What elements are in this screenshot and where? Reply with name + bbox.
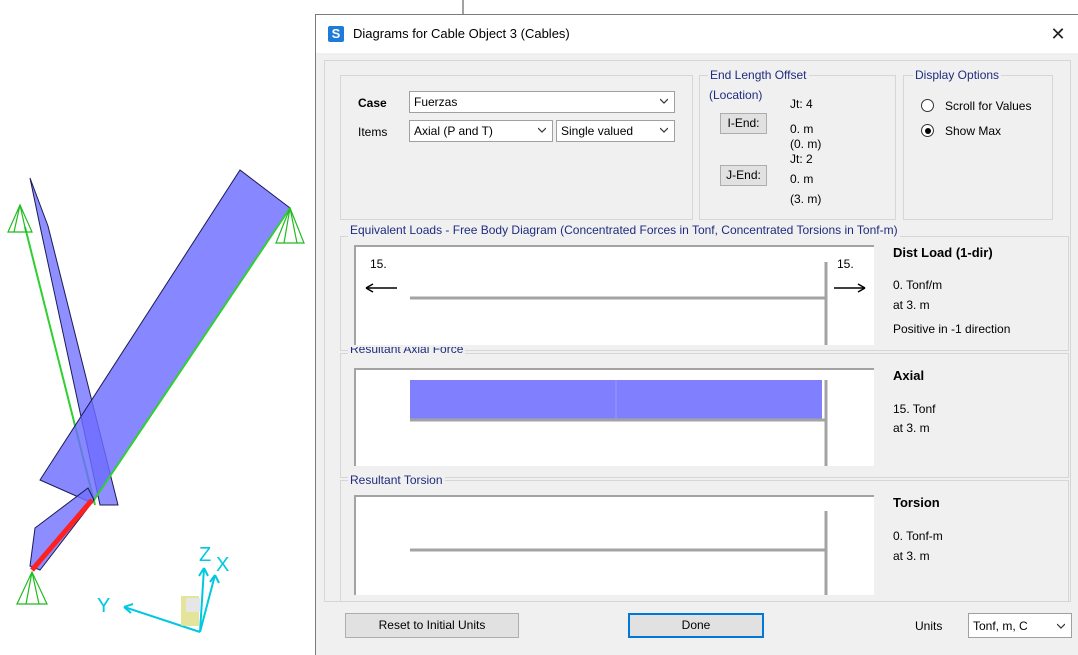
- chevron-down-icon: [538, 127, 546, 133]
- valued-select-value: Single valued: [561, 124, 634, 138]
- fbd-title: Equivalent Loads - Free Body Diagram (Co…: [348, 223, 900, 237]
- torsion-plot[interactable]: [354, 495, 874, 595]
- support-icon: [16, 570, 48, 605]
- fbd-left-force: 15.: [370, 257, 387, 271]
- app-icon: S: [328, 26, 344, 42]
- show-max-label[interactable]: Show Max: [945, 124, 1001, 138]
- fbd-info-note: Positive in -1 direction: [893, 322, 1011, 336]
- arrow-right-icon: [834, 283, 866, 293]
- support-icon: [7, 203, 33, 233]
- scroll-for-values-radio[interactable]: [921, 99, 934, 112]
- reset-units-button[interactable]: Reset to Initial Units: [345, 613, 519, 638]
- torsion-info-title: Torsion: [893, 495, 940, 510]
- fbd-info-at: at 3. m: [893, 298, 930, 312]
- chevron-down-icon: [660, 98, 668, 104]
- display-options-group: [903, 75, 1053, 220]
- units-label: Units: [915, 619, 943, 633]
- torsion-info-at: at 3. m: [893, 549, 930, 563]
- items-label: Items: [358, 125, 388, 139]
- fbd-info-title: Dist Load (1-dir): [893, 245, 993, 260]
- items-select[interactable]: Axial (P and T): [409, 120, 553, 142]
- j-end-joint: Jt: 2: [790, 152, 813, 166]
- units-select-value: Tonf, m, C: [973, 619, 1028, 633]
- valued-select[interactable]: Single valued: [556, 120, 675, 142]
- torsion-info-value: 0. Tonf-m: [893, 529, 943, 543]
- case-select-value: Fuerzas: [414, 95, 458, 109]
- arrow-left-icon: [365, 283, 397, 293]
- i-end-location: (0. m): [790, 137, 822, 151]
- items-select-value: Axial (P and T): [414, 124, 493, 138]
- fbd-diagram: [365, 262, 866, 345]
- frame-member-right[interactable]: [39, 169, 291, 504]
- fbd-info-value: 0. Tonf/m: [893, 278, 943, 292]
- radio-selected-dot: [924, 127, 931, 134]
- fbd-plot[interactable]: 15. 15.: [354, 245, 874, 345]
- axes-triad: [123, 567, 220, 633]
- chevron-down-icon: [660, 127, 668, 133]
- axial-plot[interactable]: [354, 368, 874, 466]
- display-options-title: Display Options: [913, 68, 1002, 82]
- i-end-button[interactable]: I-End:: [720, 113, 767, 134]
- j-end-button[interactable]: J-End:: [720, 165, 767, 186]
- end-offset-location-label: (Location): [709, 88, 763, 102]
- axial-info-value: 15. Tonf: [893, 402, 936, 416]
- fbd-right-force: 15.: [837, 257, 854, 271]
- torsion-diagram: [410, 511, 828, 595]
- chevron-down-icon: [1057, 623, 1065, 629]
- case-select[interactable]: Fuerzas: [409, 91, 675, 113]
- dialog-title: Diagrams for Cable Object 3 (Cables): [353, 26, 570, 41]
- end-offset-title: End Length Offset: [708, 68, 809, 82]
- case-label: Case: [358, 96, 387, 110]
- i-end-joint: Jt: 4: [790, 97, 813, 111]
- axial-title: Resultant Axial Force: [348, 347, 466, 355]
- title-bar[interactable]: S Diagrams for Cable Object 3 (Cables) ✕: [316, 15, 1078, 53]
- j-end-offset: 0. m: [790, 172, 814, 186]
- axis-label-y: Y: [97, 595, 110, 617]
- axis-label-z: Z: [199, 544, 211, 566]
- done-button[interactable]: Done: [628, 613, 764, 638]
- axial-info-at: at 3. m: [893, 421, 930, 435]
- close-icon[interactable]: ✕: [1044, 21, 1072, 47]
- scroll-for-values-label[interactable]: Scroll for Values: [945, 99, 1031, 113]
- i-end-offset: 0. m: [790, 122, 814, 136]
- diagrams-dialog: S Diagrams for Cable Object 3 (Cables) ✕…: [315, 14, 1078, 655]
- show-max-radio[interactable]: [921, 124, 934, 137]
- j-end-location: (3. m): [790, 192, 822, 206]
- axis-label-x: X: [216, 554, 229, 576]
- torsion-title: Resultant Torsion: [348, 473, 445, 487]
- axial-diagram: [410, 380, 828, 466]
- units-select[interactable]: Tonf, m, C: [968, 613, 1072, 638]
- axial-info-title: Axial: [893, 368, 925, 383]
